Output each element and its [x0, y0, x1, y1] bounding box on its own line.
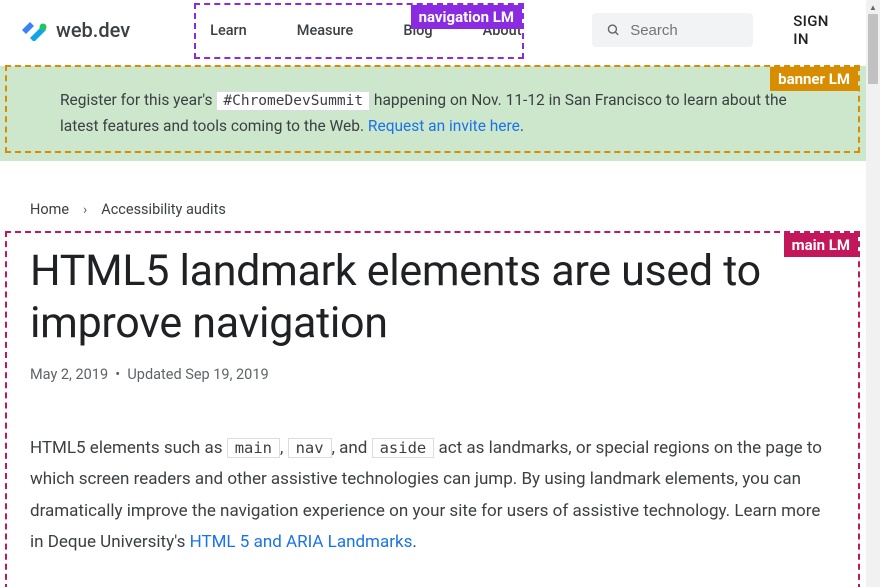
- nav-blog[interactable]: Blog: [403, 22, 432, 39]
- page-title: HTML5 landmark elements are used to impr…: [30, 246, 836, 349]
- banner-hashtag: #ChromeDevSummit: [216, 91, 370, 111]
- site-name: web.dev: [56, 18, 130, 42]
- link-deque[interactable]: HTML 5 and ARIA Landmarks: [190, 532, 413, 552]
- meta-updated-label: Updated: [127, 366, 185, 383]
- search-box[interactable]: [592, 13, 754, 47]
- article-paragraph: HTML5 elements such as main, nav, and as…: [30, 433, 836, 559]
- nav-measure[interactable]: Measure: [297, 22, 354, 39]
- promo-banner: Register for this year's #ChromeDevSummi…: [0, 66, 866, 161]
- search-input[interactable]: [630, 22, 739, 39]
- code-nav: nav: [288, 438, 332, 458]
- breadcrumb-current[interactable]: Accessibility audits: [101, 201, 226, 218]
- banner-link[interactable]: Request an invite here: [368, 117, 520, 135]
- nav-about[interactable]: About: [483, 22, 522, 39]
- article-meta: May 2, 2019 • Updated Sep 19, 2019: [30, 366, 836, 383]
- chevron-right-icon: ›: [83, 202, 87, 218]
- scrollbar-up-icon[interactable]: ▲: [866, 0, 880, 14]
- banner-period: .: [520, 117, 524, 135]
- article-main: HTML5 landmark elements are used to impr…: [0, 236, 866, 587]
- search-icon: [606, 21, 621, 39]
- signin-button[interactable]: SIGN IN: [793, 12, 836, 48]
- logo-icon: [20, 19, 48, 41]
- code-main: main: [227, 438, 280, 458]
- meta-updated: Sep 19, 2019: [185, 366, 268, 383]
- scrollbar-thumb[interactable]: [868, 14, 878, 84]
- p1-text-a: HTML5 elements such as: [30, 438, 227, 458]
- p1-text-b: ,: [280, 438, 288, 458]
- site-logo[interactable]: web.dev: [20, 18, 130, 42]
- breadcrumb: Home › Accessibility audits: [0, 161, 866, 236]
- site-header: web.dev Learn Measure Blog About SIGN IN: [0, 0, 866, 60]
- main-navigation: Learn Measure Blog About: [180, 8, 551, 53]
- p1-text-e: .: [412, 532, 416, 552]
- code-aside: aside: [372, 438, 435, 458]
- meta-sep: •: [115, 366, 120, 383]
- banner-text: Register for this year's: [60, 91, 216, 109]
- nav-learn[interactable]: Learn: [210, 22, 247, 39]
- breadcrumb-home[interactable]: Home: [30, 201, 69, 218]
- scrollbar-track[interactable]: ▲: [866, 0, 880, 587]
- p1-text-c: , and: [332, 438, 372, 458]
- meta-published: May 2, 2019: [30, 366, 108, 383]
